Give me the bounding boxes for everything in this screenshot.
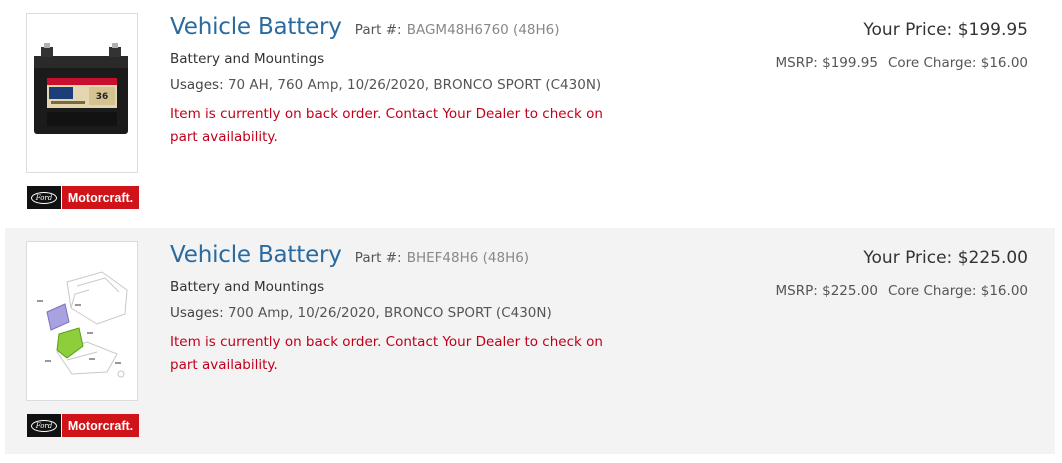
- battery-photo-icon: 36: [34, 43, 128, 134]
- msrp-line: MSRP: $199.95 Core Charge: $16.00: [776, 55, 1028, 71]
- back-order-message: Item is currently on back order. Contact…: [170, 334, 603, 373]
- usages-value: 70 AH, 760 Amp, 10/26/2020, BRONCO SPORT…: [227, 77, 602, 93]
- product-title-link[interactable]: Vehicle Battery: [170, 14, 342, 40]
- core-charge: Core Charge: $16.00: [887, 283, 1028, 299]
- usages: Usages: 70 AH, 760 Amp, 10/26/2020, BRON…: [170, 77, 601, 93]
- svg-text:36: 36: [96, 92, 109, 102]
- result-card: Ford Motorcraft. Vehicle Battery Part #:…: [5, 228, 1055, 454]
- motorcraft-logo: Motorcraft.: [62, 414, 139, 437]
- title-line: Vehicle Battery Part #: BAGM48H6760 (48H…: [170, 14, 560, 40]
- part-number-value: BHEF48H6 (48H6): [406, 250, 530, 266]
- product-description: Battery and Mountings: [170, 279, 325, 295]
- usages-label: Usages:: [170, 305, 224, 321]
- result-card: 36 Ford Motorcraft. Vehicle Battery Part…: [5, 0, 1055, 226]
- ford-logo-icon: Ford: [27, 186, 61, 209]
- product-image[interactable]: [26, 241, 138, 401]
- product-description: Battery and Mountings: [170, 51, 325, 67]
- your-price: Your Price: $199.95: [863, 20, 1028, 40]
- title-line: Vehicle Battery Part #: BHEF48H6 (48H6): [170, 242, 529, 268]
- msrp-line: MSRP: $225.00 Core Charge: $16.00: [776, 283, 1028, 299]
- back-order-message: Item is currently on back order. Contact…: [170, 106, 603, 145]
- msrp-value: MSRP: $225.00: [775, 283, 878, 299]
- product-title-link[interactable]: Vehicle Battery: [170, 242, 342, 268]
- parts-diagram-icon: [37, 271, 128, 378]
- part-number-label: Part #:: [354, 22, 402, 38]
- part-number-value: BAGM48H6760 (48H6): [406, 22, 560, 38]
- motorcraft-logo: Motorcraft.: [62, 186, 139, 209]
- ford-logo-icon: Ford: [27, 414, 61, 437]
- part-number-label: Part #:: [354, 250, 402, 266]
- usages-label: Usages:: [170, 77, 224, 93]
- brand-logos: Ford Motorcraft.: [27, 414, 139, 437]
- usages: Usages: 700 Amp, 10/26/2020, BRONCO SPOR…: [170, 305, 552, 321]
- usages-value: 700 Amp, 10/26/2020, BRONCO SPORT (C430N…: [227, 305, 552, 321]
- brand-logos: Ford Motorcraft.: [27, 186, 139, 209]
- core-charge: Core Charge: $16.00: [887, 55, 1028, 71]
- product-image[interactable]: 36: [26, 13, 138, 173]
- msrp-value: MSRP: $199.95: [775, 55, 878, 71]
- your-price: Your Price: $225.00: [863, 248, 1028, 268]
